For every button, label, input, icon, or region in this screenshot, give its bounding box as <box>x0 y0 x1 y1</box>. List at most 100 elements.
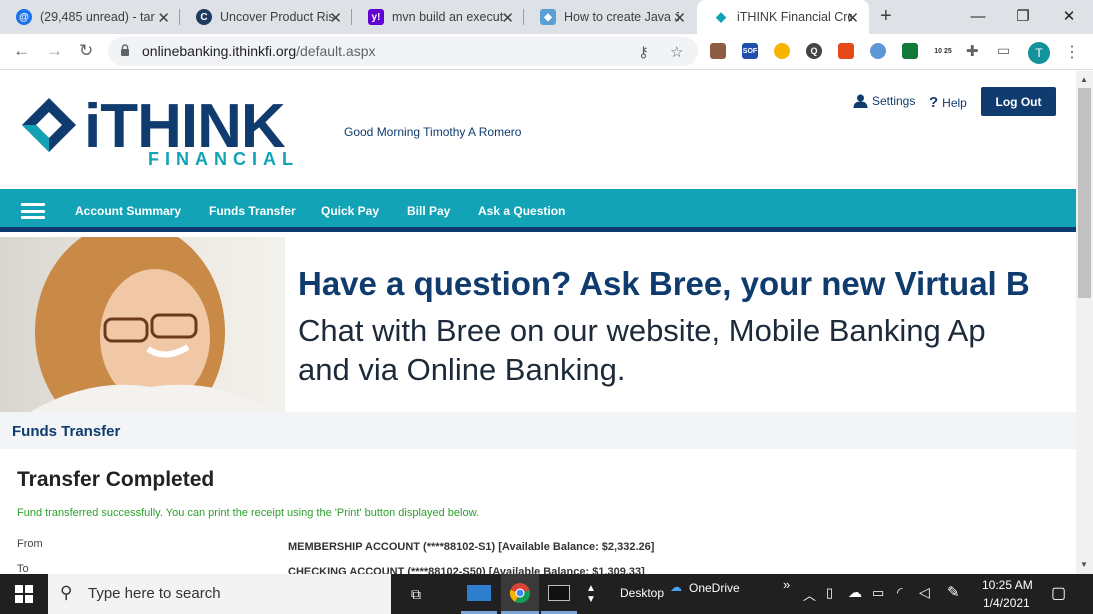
extensions-puzzle-icon[interactable]: ✚ <box>966 42 979 60</box>
greeting-text: Good Morning Timothy A Romero <box>344 125 522 139</box>
question-mark-icon: ? <box>929 94 939 111</box>
forward-icon[interactable]: → <box>46 41 63 61</box>
help-link[interactable]: ? Help <box>929 94 967 111</box>
reload-icon[interactable]: ↻ <box>79 41 93 61</box>
ext-photo-icon[interactable] <box>710 43 726 59</box>
ext-megaphone-icon[interactable] <box>838 43 854 59</box>
nav-quick-pay[interactable]: Quick Pay <box>321 204 379 218</box>
tab-title: (29,485 unread) - tar <box>40 10 155 24</box>
close-tab-icon[interactable]: ✕ <box>329 9 342 27</box>
section-header: Funds Transfer <box>0 412 1076 449</box>
logo-subtitle: FINANCIAL <box>148 149 299 169</box>
transfer-result: Transfer Completed Fund transferred succ… <box>0 449 1076 574</box>
to-label: To <box>17 563 29 574</box>
taskbar-scroll-icon[interactable]: ▲ ▼ <box>583 574 599 614</box>
banner-line: and via Online Banking. <box>298 352 626 387</box>
chrome-app-icon[interactable] <box>501 574 539 614</box>
browser-menu-icon[interactable]: ⋮ <box>1064 42 1080 62</box>
url-text: onlinebanking.ithinkfi.org/default.aspx <box>142 43 376 59</box>
more-toolbars-icon[interactable]: » <box>783 577 790 592</box>
task-view-icon[interactable]: ⧉ <box>398 574 434 614</box>
promo-banner[interactable]: Have a question? Ask Bree, your new Virt… <box>0 237 1076 412</box>
banner-title: Have a question? Ask Bree, your new Virt… <box>298 265 1030 302</box>
address-bar[interactable]: onlinebanking.ithinkfi.org/default.aspx … <box>108 37 698 66</box>
puzzle-icon: ◆ <box>540 9 556 25</box>
from-account-value: MEMBERSHIP ACCOUNT (****88102-S1) [Avail… <box>288 541 655 553</box>
nav-ask-a-question[interactable]: Ask a Question <box>478 204 565 218</box>
tab-title: iTHINK Financial Cre <box>737 10 852 24</box>
nav-bill-pay[interactable]: Bill Pay <box>407 204 450 218</box>
taskbar-search[interactable]: ⚲ Type here to search <box>48 574 391 614</box>
hamburger-menu-icon[interactable] <box>21 203 45 219</box>
settings-label: Settings <box>872 94 916 108</box>
ithink-logo-icon[interactable] <box>20 96 78 154</box>
cast-icon[interactable]: ▭ <box>997 42 1010 59</box>
new-tab-icon[interactable]: + <box>880 5 892 28</box>
volume-icon[interactable]: ◁ <box>919 584 930 601</box>
browser-tab[interactable]: y! mvn build an execut ✕ <box>352 0 524 34</box>
ext-green-icon[interactable] <box>902 43 918 59</box>
banner-text: Chat with Bree on our website, Mobile Ba… <box>298 311 986 389</box>
browser-tab-active[interactable]: ◆ iTHINK Financial Cre ✕ <box>697 0 869 34</box>
c-circle-icon: C <box>196 9 212 25</box>
logout-button[interactable]: Log Out <box>981 87 1056 116</box>
nav-account-summary[interactable]: Account Summary <box>75 204 181 218</box>
scrollbar-thumb[interactable] <box>1078 88 1091 298</box>
wifi-icon[interactable]: ◜ <box>897 584 902 601</box>
tab-title: How to create Java J <box>564 10 679 24</box>
mail-app-icon[interactable] <box>461 574 497 614</box>
browser-tab[interactable]: ◆ How to create Java J ✕ <box>524 0 696 34</box>
close-tab-icon[interactable]: ✕ <box>501 9 514 27</box>
user-icon <box>853 94 868 108</box>
ext-q-icon[interactable]: Q <box>806 43 822 59</box>
close-tab-icon[interactable]: ✕ <box>673 9 686 27</box>
minimize-icon[interactable]: — <box>955 0 1001 32</box>
ext-sof-icon[interactable]: SOF <box>742 43 758 59</box>
windows-logo-icon <box>15 585 33 603</box>
start-button[interactable] <box>0 574 48 614</box>
cloud-icon[interactable]: ☁ <box>848 584 862 601</box>
onedrive-label[interactable]: OneDrive <box>689 581 740 595</box>
scroll-up-icon[interactable]: ▲ <box>1080 75 1088 84</box>
close-tab-icon[interactable]: ✕ <box>157 9 170 27</box>
desktop-toolbar-label[interactable]: Desktop <box>620 586 664 600</box>
yahoo-icon: y! <box>368 9 384 25</box>
url-host: onlinebanking.ithinkfi.org <box>142 43 297 59</box>
battery-icon[interactable]: ▭ <box>872 585 884 601</box>
clock-time[interactable]: 10:25 AM <box>982 578 1033 592</box>
nav-funds-transfer[interactable]: Funds Transfer <box>209 204 296 218</box>
ext-sphere-icon[interactable] <box>870 43 886 59</box>
maximize-icon[interactable]: ❐ <box>1000 0 1046 32</box>
close-window-icon[interactable]: ✕ <box>1046 0 1092 32</box>
browser-tab[interactable]: C Uncover Product Ris ✕ <box>180 0 352 34</box>
onedrive-cloud-icon: ☁ <box>670 580 682 594</box>
key-icon[interactable]: ⚷ <box>638 43 649 61</box>
banner-photo <box>0 237 285 412</box>
ext-date-icon[interactable]: 10 25 <box>934 43 952 59</box>
site-header: iTHINK FINANCIAL Good Morning Timothy A … <box>0 71 1076 189</box>
tab-title: mvn build an execut <box>392 10 504 24</box>
page-scrollbar[interactable]: ▲ ▼ <box>1076 71 1093 574</box>
pen-icon[interactable]: ✎ <box>947 583 960 601</box>
to-account-value: CHECKING ACCOUNT (****88102-S50) [Availa… <box>288 566 645 574</box>
url-path: /default.aspx <box>296 43 376 59</box>
mail-icon: @ <box>16 9 32 25</box>
browser-toolbar: ← → ↻ onlinebanking.ithinkfi.org/default… <box>0 34 1093 70</box>
windows-taskbar: ⚲ Type here to search ⧉ ▲ ▼ Desktop ☁ One… <box>0 574 1093 614</box>
terminal-app-icon[interactable] <box>541 574 577 614</box>
settings-link[interactable]: Settings <box>853 94 915 108</box>
lock-icon <box>121 44 129 56</box>
ext-swirl-icon[interactable] <box>774 43 790 59</box>
main-nav: Account Summary Funds Transfer Quick Pay… <box>0 189 1076 232</box>
bookmark-star-icon[interactable]: ☆ <box>670 43 683 61</box>
clock-date[interactable]: 1/4/2021 <box>983 596 1030 610</box>
scroll-down-icon[interactable]: ▼ <box>1080 560 1088 569</box>
back-icon[interactable]: ← <box>13 41 30 61</box>
banner-line: Chat with Bree on our website, Mobile Ba… <box>298 313 986 348</box>
browser-tab[interactable]: @ (29,485 unread) - tar ✕ <box>0 0 180 34</box>
network-device-icon[interactable]: ▯ <box>826 585 833 601</box>
profile-avatar[interactable]: T <box>1028 42 1050 64</box>
notifications-icon[interactable]: ▢ <box>1051 583 1066 603</box>
tray-overflow-icon[interactable]: ︿ <box>803 585 816 604</box>
close-tab-icon[interactable]: ✕ <box>846 9 859 27</box>
